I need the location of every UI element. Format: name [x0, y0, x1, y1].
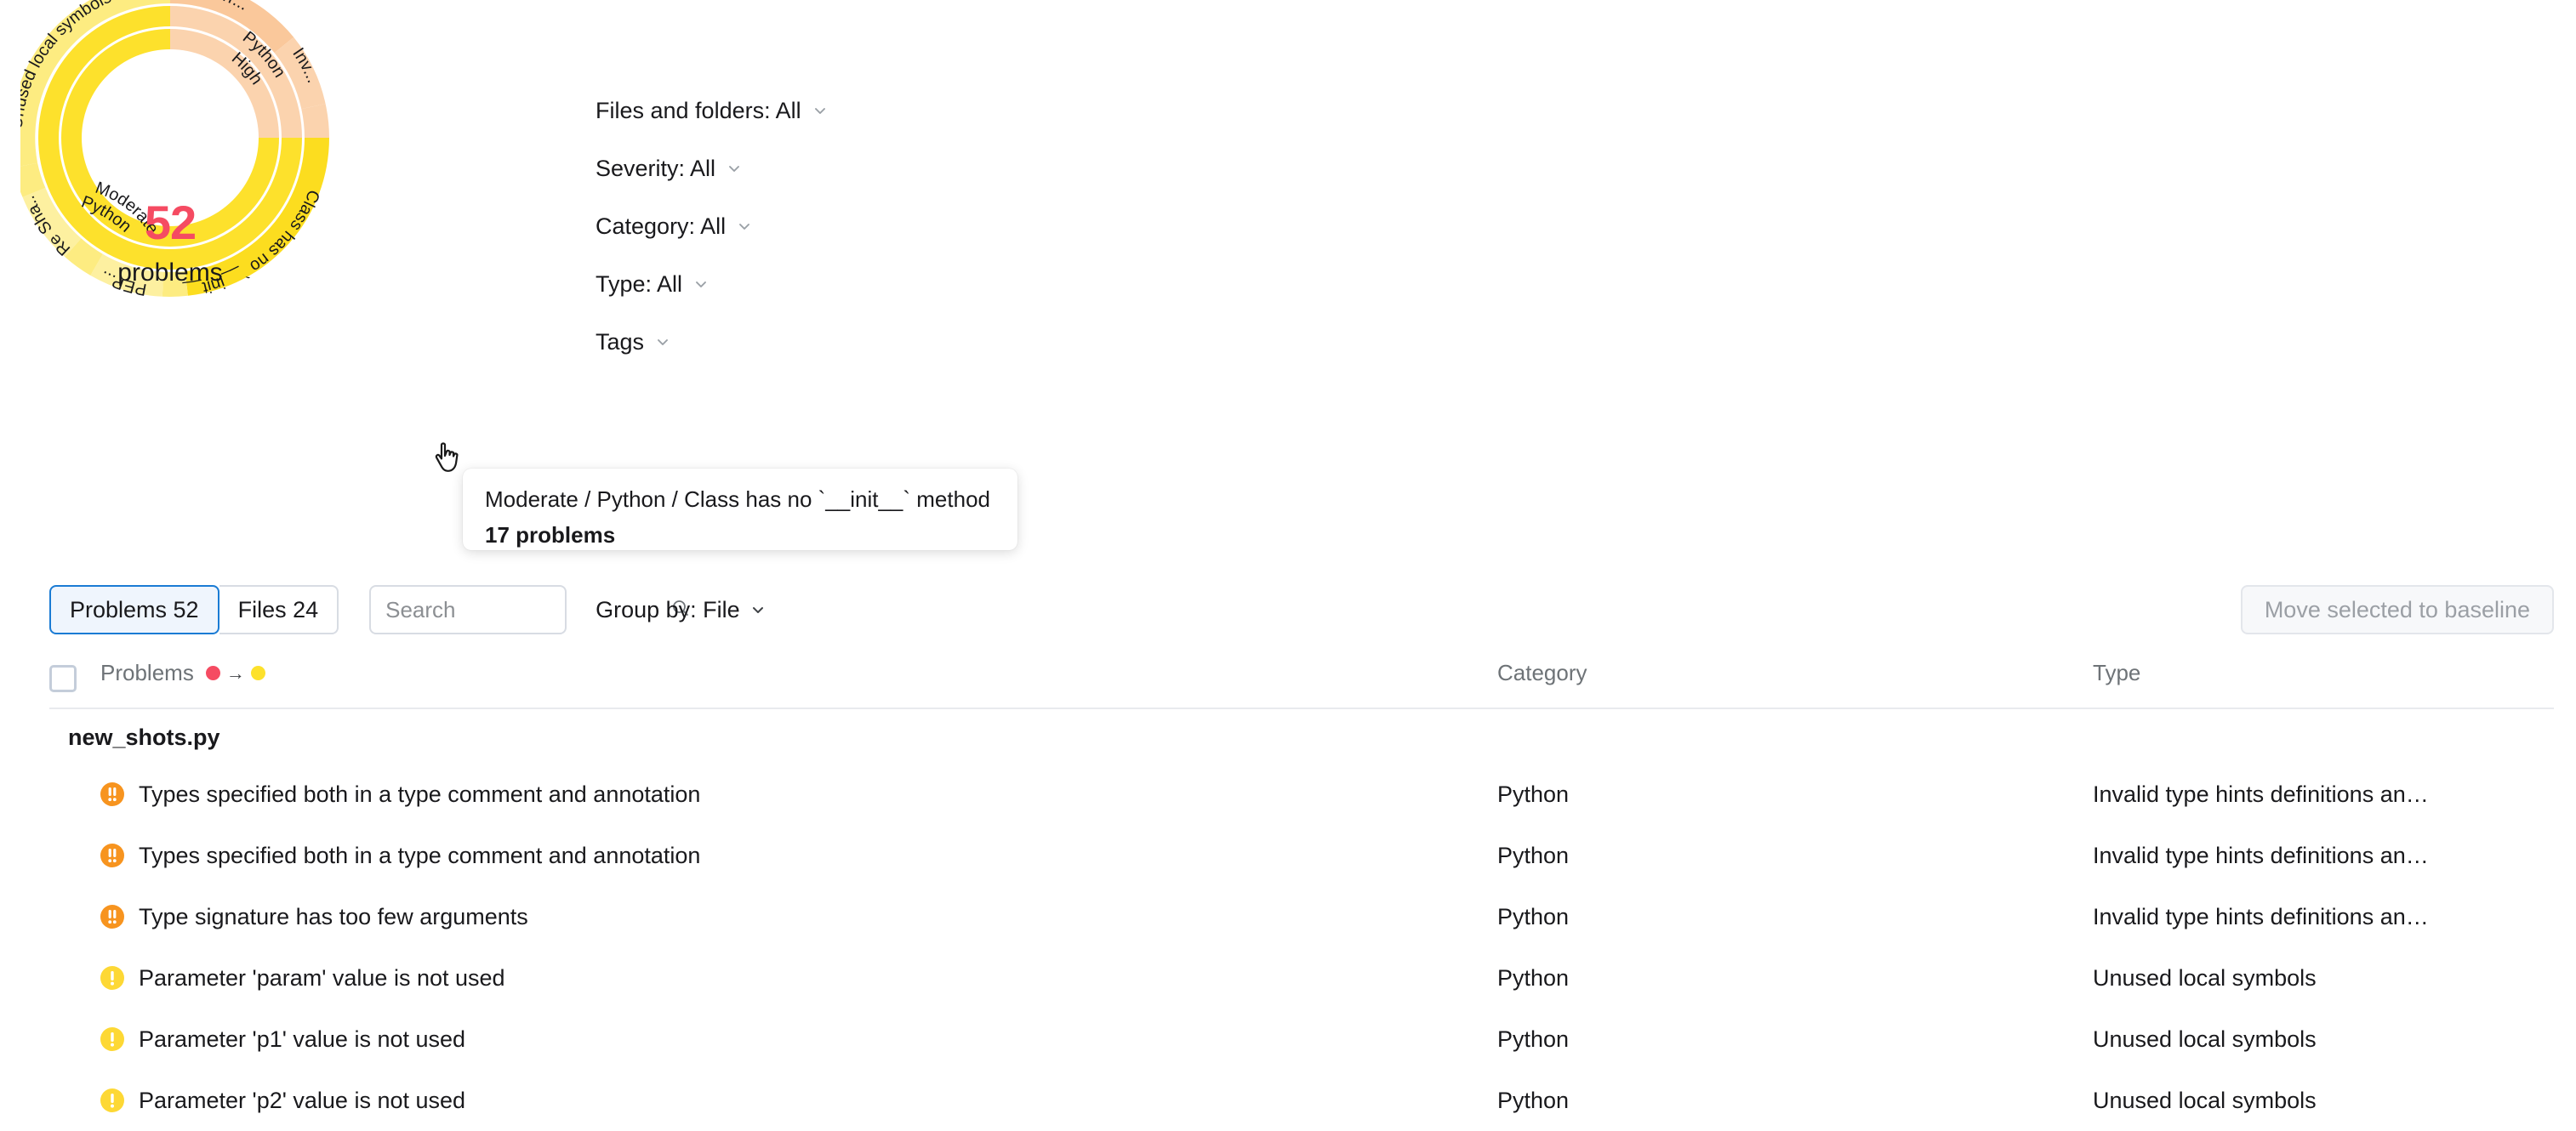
column-header-type: Type	[2093, 660, 2141, 685]
chevron-down-icon	[727, 161, 742, 176]
category-filter-label: Category: All	[596, 213, 727, 239]
pointer-cursor-icon	[435, 442, 459, 472]
problem-category: Python	[1497, 1088, 1570, 1113]
arc-type-high-other[interactable]	[301, 104, 329, 138]
problem-name: Parameter 'p1' value is not used	[139, 1026, 466, 1052]
chart-center-count: 52	[144, 196, 197, 249]
severity-filter[interactable]: Severity: All	[596, 139, 828, 197]
type-filter-label: Type: All	[596, 270, 683, 297]
chevron-down-icon	[812, 103, 828, 118]
problem-category: Python	[1497, 965, 1570, 991]
problem-name: Parameter 'param' value is not used	[139, 965, 505, 991]
problem-type: Invalid type hints definitions an…	[2093, 781, 2429, 807]
problem-type: Invalid type hints definitions an…	[2093, 904, 2429, 929]
severity-filter-label: Severity: All	[596, 155, 716, 181]
severity-high-icon	[100, 844, 124, 867]
problem-type: Unused local symbols	[2093, 1026, 2317, 1052]
problem-name: Types specified both in a type comment a…	[139, 843, 701, 868]
problem-type: Unused local symbols	[2093, 965, 2317, 991]
problem-category: Python	[1497, 843, 1570, 868]
column-header-category: Category	[1497, 660, 1587, 685]
severity-high-icon	[100, 905, 124, 929]
problem-category: Python	[1497, 781, 1570, 807]
table-row[interactable]: Parameter 'p2' value is not used Python …	[0, 1071, 2576, 1131]
chevron-down-icon	[750, 602, 766, 617]
severity-dot-moderate	[250, 666, 265, 680]
type-filter[interactable]: Type: All	[596, 255, 828, 313]
table-row[interactable]: Parameter 'p1' value is not used Python …	[0, 1010, 2576, 1071]
files-and-folders-filter[interactable]: Files and folders: All	[596, 82, 828, 139]
problem-name: Type signature has too few arguments	[139, 904, 528, 929]
group-by-label: Group by: File	[596, 596, 740, 622]
list-toolbar: Problems 52 Files 24 Group by: File	[49, 585, 766, 634]
table-row[interactable]: Type signature has too few arguments Pyt…	[0, 888, 2576, 949]
select-all-checkbox[interactable]	[49, 665, 77, 692]
chart-tooltip: Moderate / Python / Class has no `__init…	[463, 469, 1017, 550]
severity-sort-legend[interactable]: →	[205, 662, 265, 684]
problem-type: Unused local symbols	[2093, 1088, 2317, 1113]
category-filter[interactable]: Category: All	[596, 197, 828, 255]
severity-moderate-icon	[100, 1027, 124, 1051]
group-by-control[interactable]: Group by: File	[596, 597, 766, 623]
filters-panel: Files and folders: All Severity: All Cat…	[596, 82, 828, 371]
move-selected-to-baseline-button[interactable]: Move selected to baseline	[2240, 585, 2554, 634]
severity-dot-high	[205, 666, 220, 680]
view-tabs: Problems 52 Files 24	[49, 585, 339, 634]
tooltip-title: Moderate / Python / Class has no `__init…	[485, 486, 990, 512]
inspection-results-page: Unused local symbols Sha... Re... PEP...…	[0, 0, 2576, 1131]
tooltip-count: 17 problems	[485, 521, 616, 548]
table-row[interactable]: Parameter 'param' value is not used Pyth…	[0, 949, 2576, 1010]
tab-files[interactable]: Files 24	[219, 585, 339, 634]
column-header-problems-label: Problems	[100, 660, 194, 685]
severity-high-icon	[100, 782, 124, 806]
problem-name: Types specified both in a type comment a…	[139, 781, 701, 807]
severity-moderate-icon	[100, 966, 124, 990]
chevron-down-icon	[693, 276, 709, 292]
problem-name: Parameter 'p2' value is not used	[139, 1088, 466, 1113]
table-row[interactable]: Types specified both in a type comment a…	[0, 765, 2576, 827]
tab-problems[interactable]: Problems 52	[49, 585, 219, 634]
chevron-down-icon	[737, 219, 752, 234]
files-and-folders-filter-label: Files and folders: All	[596, 97, 801, 123]
column-header-problems: Problems →	[100, 660, 265, 686]
problems-table: Problems → Category Type new_shots.py Ty…	[0, 655, 2576, 1131]
tags-filter[interactable]: Tags	[596, 313, 828, 371]
search-box[interactable]	[369, 585, 689, 634]
problem-type: Invalid type hints definitions an…	[2093, 843, 2429, 868]
chevron-down-icon	[655, 334, 670, 350]
table-row[interactable]: Types specified both in a type comment a…	[0, 827, 2576, 888]
severity-moderate-icon	[100, 1088, 124, 1112]
file-group-header[interactable]: new_shots.py	[0, 709, 2576, 765]
chart-center-label: problems	[117, 259, 223, 287]
problem-category: Python	[1497, 1026, 1570, 1052]
arrow-right-icon: →	[225, 662, 245, 684]
tags-filter-label: Tags	[596, 328, 645, 355]
table-header: Problems → Category Type	[0, 655, 2576, 709]
problem-category: Python	[1497, 904, 1570, 929]
sunburst-chart[interactable]: Unused local symbols Sha... Re... PEP...…	[8, 0, 565, 549]
